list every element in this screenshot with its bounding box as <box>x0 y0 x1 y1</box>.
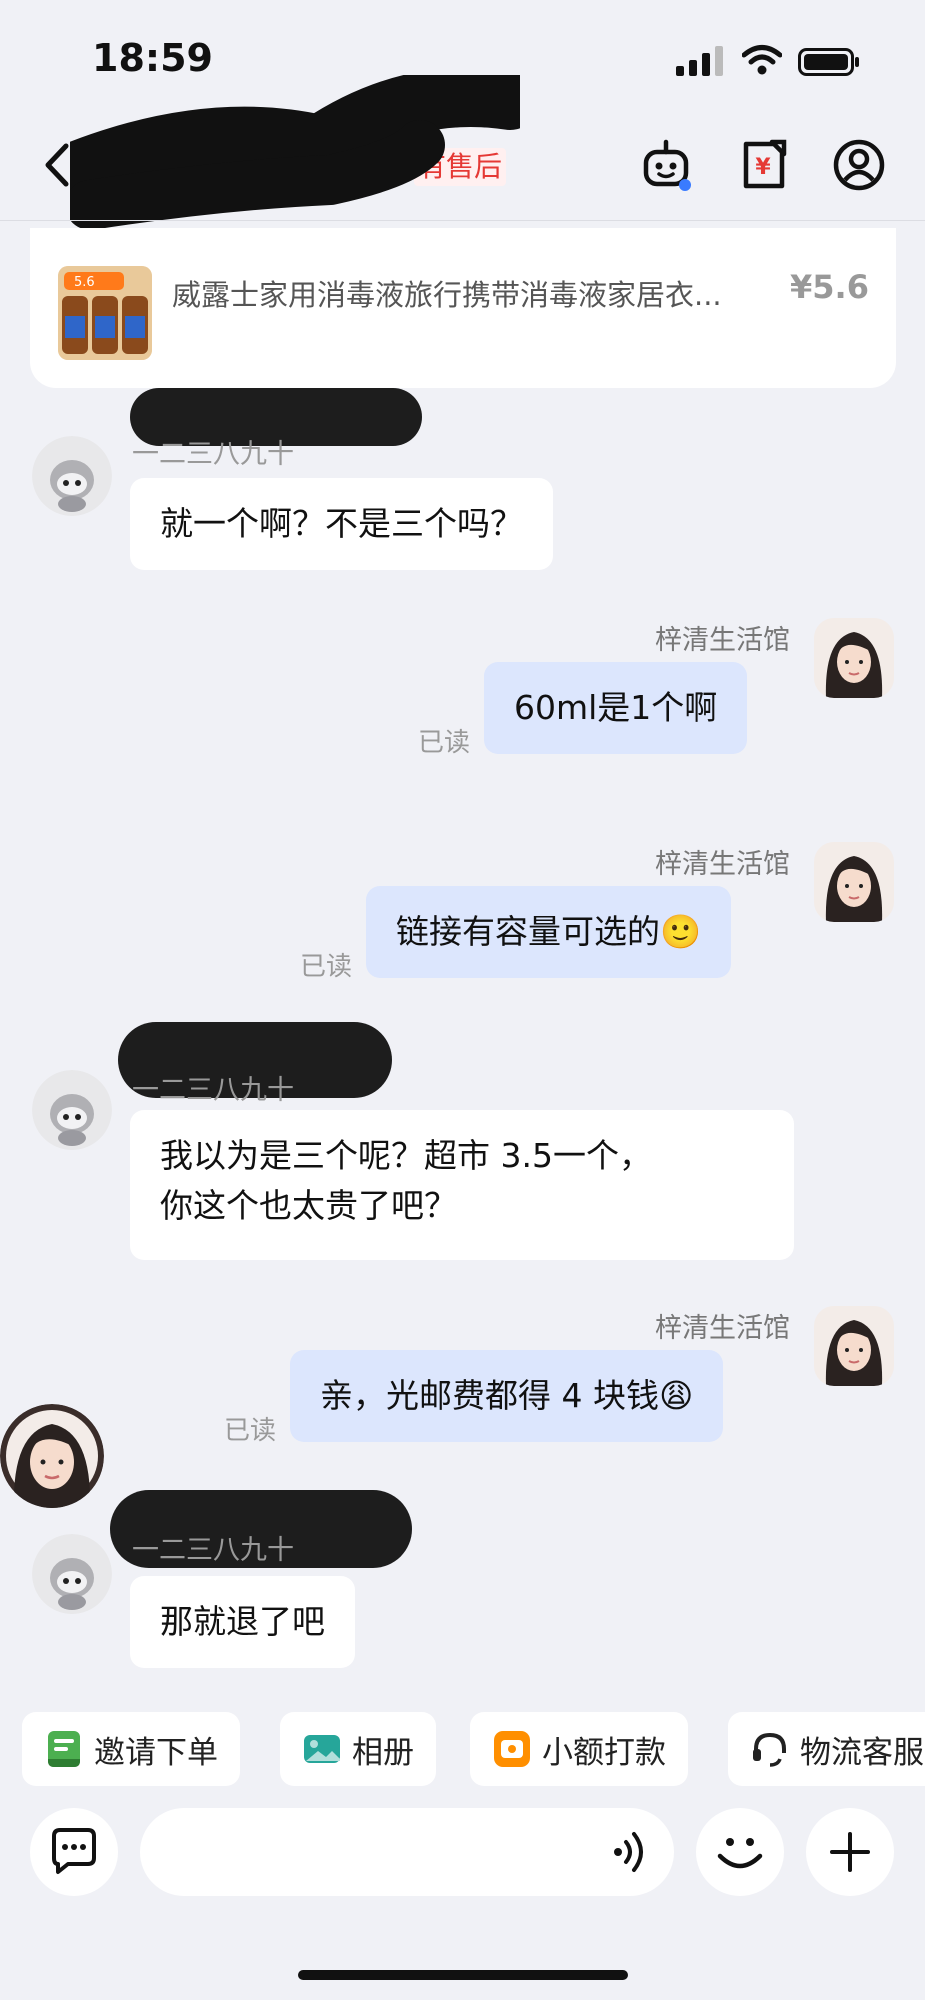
shop-avatar-image <box>814 618 894 698</box>
quick-reply-button[interactable] <box>30 1808 118 1896</box>
wifi-icon <box>742 45 782 75</box>
smiley-icon <box>717 1838 763 1869</box>
read-status: 已读 <box>224 1416 277 1446</box>
title-redaction <box>70 75 520 230</box>
plus-icon <box>830 1832 870 1872</box>
robot-avatar-icon <box>32 1070 112 1150</box>
customer-avatar[interactable] <box>32 1534 112 1614</box>
message-bubble[interactable]: 就一个啊？不是三个吗？ <box>130 478 553 570</box>
robot-avatar-icon <box>32 436 112 516</box>
refund-icon[interactable]: ¥ <box>736 138 790 192</box>
invite-order-button[interactable]: 邀请下单 <box>22 1712 240 1786</box>
message-bubble[interactable]: 亲，光邮费都得 4 块钱😩 <box>290 1350 724 1442</box>
sender-name: 梓清生活馆 <box>655 625 790 656</box>
chip-label: 相册 <box>352 1734 414 1771</box>
chip-label: 小额打款 <box>542 1734 666 1771</box>
svg-text:¥: ¥ <box>755 155 771 180</box>
album-icon <box>304 1735 340 1763</box>
invite-order-icon <box>48 1731 80 1767</box>
shop-avatar-image <box>814 1306 894 1386</box>
shop-avatar-image <box>814 842 894 922</box>
nickname: 一二三八九十 <box>132 1535 294 1566</box>
robot-avatar-icon <box>32 1534 112 1614</box>
message-bubble[interactable]: 链接有容量可选的🙂 <box>366 886 732 978</box>
message-bubble[interactable]: 60ml是1个啊 <box>484 662 748 754</box>
message-line: 我以为是三个呢？超市 3.5一个， <box>160 1136 652 1175</box>
customer-avatar[interactable] <box>32 436 112 516</box>
home-indicator[interactable] <box>298 1970 628 1980</box>
quick-action-bar: 邀请下单 相册 小额打款 物流客服 <box>0 1690 925 1790</box>
product-price: ¥5.6 <box>790 268 869 306</box>
logistics-service-button[interactable]: 物流客服 <box>728 1712 925 1786</box>
voice-input-icon[interactable] <box>608 1828 652 1876</box>
message-input[interactable] <box>140 1808 674 1896</box>
customer-avatar[interactable] <box>32 1070 112 1150</box>
album-button[interactable]: 相册 <box>280 1712 436 1786</box>
nickname: 一二三八九十 <box>132 1075 294 1106</box>
chip-label: 物流客服 <box>800 1734 924 1771</box>
shop-avatar[interactable] <box>814 842 894 922</box>
message-line: 你这个也太贵了吧？ <box>160 1186 457 1225</box>
emoji-button[interactable] <box>696 1808 784 1896</box>
product-thumbnail[interactable]: 5.6 <box>58 266 152 360</box>
logistics-service-icon <box>753 1732 786 1767</box>
shop-avatar[interactable] <box>814 1306 894 1386</box>
chat-bubble-icon <box>52 1828 96 1874</box>
read-status: 已读 <box>418 728 471 758</box>
thumb-badge: 5.6 <box>74 275 95 290</box>
more-options-button[interactable] <box>806 1808 894 1896</box>
message-bubble[interactable]: 我以为是三个呢？超市 3.5一个， 你这个也太贵了吧？ <box>130 1110 794 1260</box>
chip-label: 邀请下单 <box>94 1734 218 1771</box>
product-bottles-image: 5.6 <box>58 266 152 360</box>
profile-icon[interactable] <box>832 138 886 192</box>
nickname: 一二三八九十 <box>132 439 294 470</box>
message-bubble[interactable]: 那就退了吧 <box>130 1576 355 1668</box>
status-time: 18:59 <box>92 36 213 80</box>
shop-avatar[interactable] <box>814 618 894 698</box>
battery-icon <box>798 48 859 76</box>
product-title[interactable]: 威露士家用消毒液旅行携带消毒液家居衣... <box>172 272 772 314</box>
agent-avatar-image <box>0 1404 104 1508</box>
transfer-icon <box>494 1731 530 1767</box>
header-divider <box>0 220 925 221</box>
read-status: 已读 <box>300 952 353 982</box>
small-transfer-button[interactable]: 小额打款 <box>470 1712 688 1786</box>
signal-icon <box>676 46 723 76</box>
sender-name: 梓清生活馆 <box>655 1313 790 1344</box>
floating-agent-avatar[interactable] <box>0 1404 104 1508</box>
robot-assistant-icon[interactable] <box>640 138 694 192</box>
sender-name: 梓清生活馆 <box>655 849 790 880</box>
